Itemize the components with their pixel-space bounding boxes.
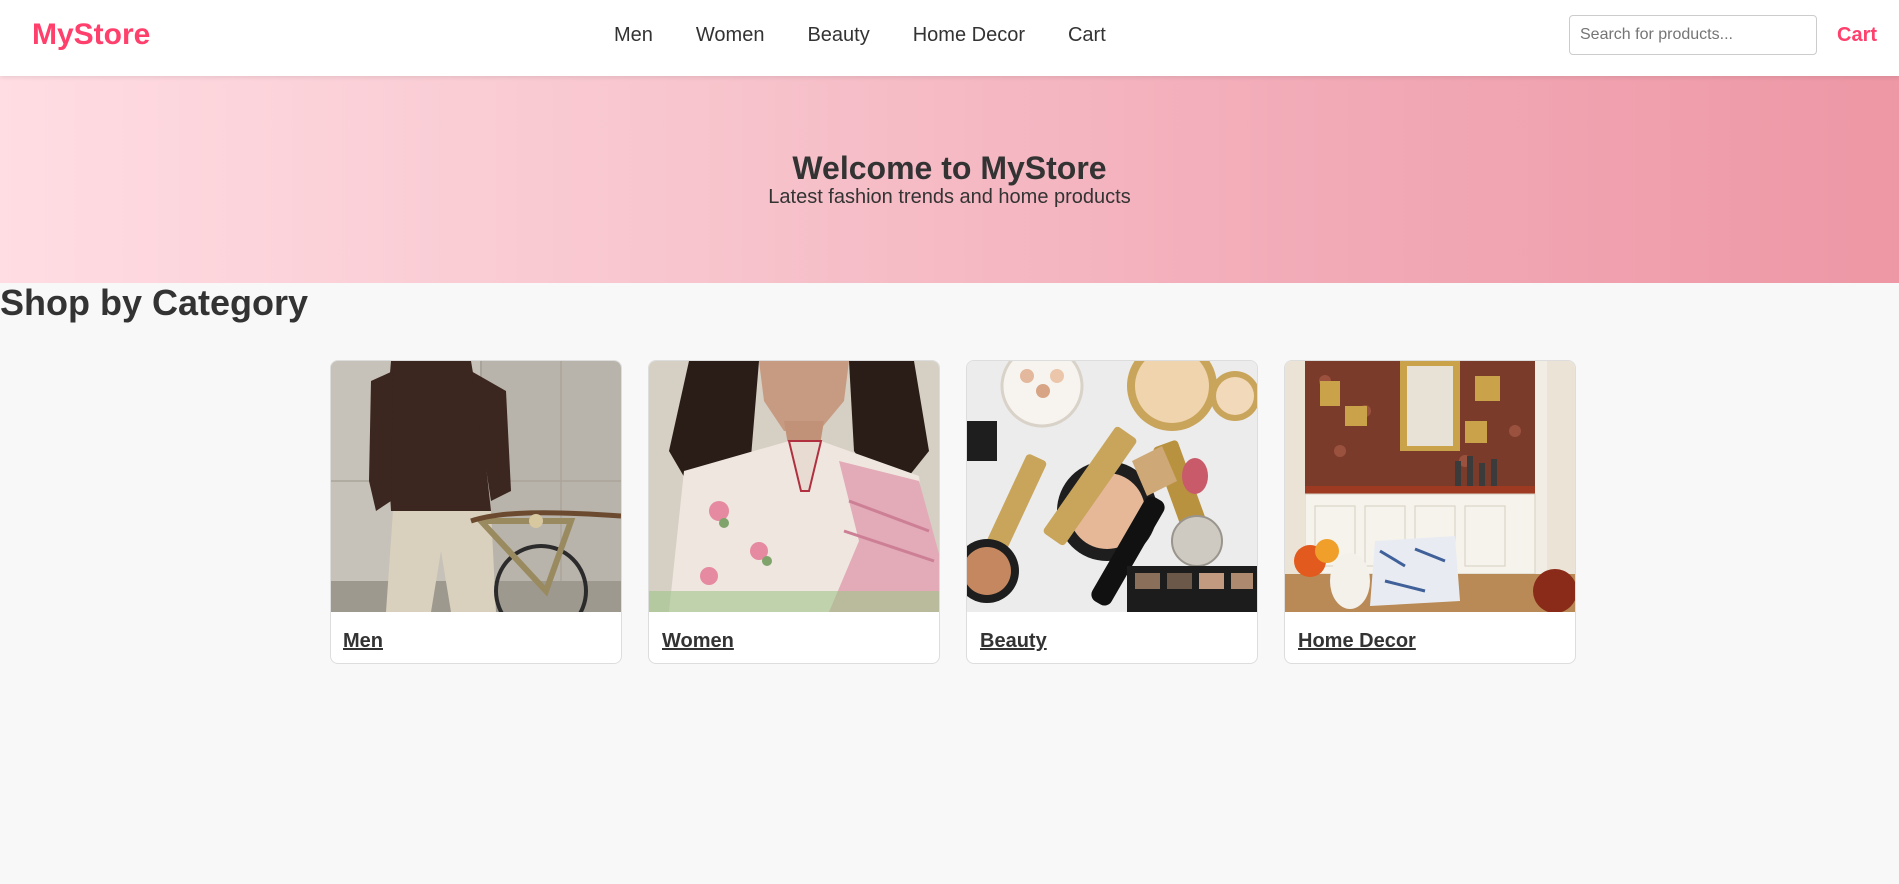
home-decor-category-image[interactable]	[1285, 361, 1575, 612]
category-label-home-decor[interactable]: Home Decor	[1298, 629, 1416, 653]
beauty-category-image[interactable]	[967, 361, 1257, 612]
cart-link[interactable]: Cart	[1837, 22, 1877, 48]
nav-link-men[interactable]: Men	[614, 22, 653, 48]
hero-title: Welcome to MyStore	[792, 150, 1107, 186]
hero-subtitle: Latest fashion trends and home products	[768, 186, 1131, 208]
category-label-beauty[interactable]: Beauty	[980, 629, 1047, 653]
category-grid: Men Women Beauty Home Decor	[330, 360, 1576, 664]
hero-banner: Welcome to MyStore Latest fashion trends…	[0, 76, 1899, 283]
nav-link-home-decor[interactable]: Home Decor	[913, 22, 1025, 48]
category-label-women[interactable]: Women	[662, 629, 734, 653]
search-input[interactable]	[1569, 15, 1817, 55]
site-header: MyStore Men Women Beauty Home Decor Cart…	[0, 0, 1899, 76]
women-category-image[interactable]	[649, 361, 939, 612]
category-card-women[interactable]: Women	[648, 360, 940, 664]
nav-link-beauty[interactable]: Beauty	[807, 22, 869, 48]
store-logo[interactable]: MyStore	[32, 17, 150, 53]
men-category-image[interactable]	[331, 361, 621, 612]
nav-link-cart[interactable]: Cart	[1068, 22, 1106, 48]
category-card-beauty[interactable]: Beauty	[966, 360, 1258, 664]
nav-link-women[interactable]: Women	[696, 22, 765, 48]
category-section-title: Shop by Category	[0, 282, 309, 323]
category-label-men[interactable]: Men	[343, 629, 383, 653]
category-card-home-decor[interactable]: Home Decor	[1284, 360, 1576, 664]
category-card-men[interactable]: Men	[330, 360, 622, 664]
main-nav: Men Women Beauty Home Decor Cart	[614, 22, 1149, 48]
